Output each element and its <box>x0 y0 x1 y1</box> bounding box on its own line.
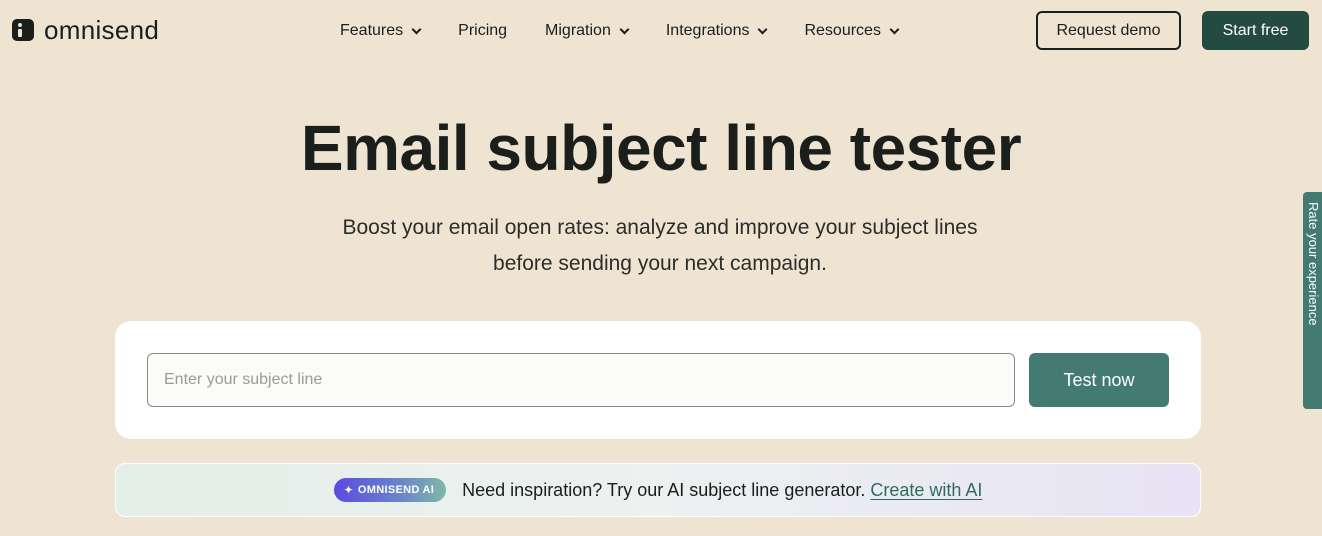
page-title: Email subject line tester <box>300 112 1022 184</box>
page-subtitle: Boost your email open rates: analyze and… <box>342 216 978 275</box>
badge-label: OMNISEND AI <box>357 484 435 496</box>
sparkle-icon: ✦ <box>343 483 354 497</box>
logo-text: omnisend <box>44 15 160 45</box>
chevron-down-icon <box>889 24 900 34</box>
omnisend-logo-icon <box>12 19 34 41</box>
nav-item-label: Integrations <box>665 22 750 39</box>
nav-item-label: Pricing <box>458 22 508 39</box>
site-header: omnisend Features Pricing Migration Inte… <box>0 0 1322 62</box>
ai-banner-message: Need inspiration? Try our AI subject lin… <box>462 479 866 500</box>
nav-item-migration[interactable]: Migration <box>545 20 630 42</box>
ai-generator-banner: ✦ OMNISEND AI Need inspiration? Try our … <box>115 463 1201 517</box>
nav-item-pricing[interactable]: Pricing <box>458 20 507 42</box>
ai-banner-text: Need inspiration? Try our AI subject lin… <box>462 480 982 501</box>
nav-item-features[interactable]: Features <box>340 20 422 42</box>
subject-line-input[interactable] <box>147 353 1015 407</box>
feedback-tab[interactable]: Rate your experience <box>1303 192 1322 409</box>
nav-item-label: Features <box>340 22 404 39</box>
test-now-button[interactable]: Test now <box>1029 353 1169 407</box>
start-free-button[interactable]: Start free <box>1202 11 1309 50</box>
nav-item-resources[interactable]: Resources <box>804 20 900 42</box>
subject-tester-card: Test now <box>115 321 1201 439</box>
create-with-ai-link[interactable]: Create with AI <box>870 480 982 500</box>
feedback-tab-label: Rate your experience <box>1306 202 1321 326</box>
nav-item-integrations[interactable]: Integrations <box>665 20 768 42</box>
request-demo-button[interactable]: Request demo <box>1036 11 1181 50</box>
omnisend-ai-badge: ✦ OMNISEND AI <box>333 478 447 502</box>
chevron-down-icon <box>619 24 630 34</box>
chevron-down-icon <box>411 24 422 34</box>
main-nav: Features Pricing Migration Integrations … <box>340 20 936 42</box>
nav-item-label: Resources <box>804 22 881 39</box>
logo[interactable]: omnisend <box>12 16 159 44</box>
nav-item-label: Migration <box>545 22 611 39</box>
chevron-down-icon <box>758 24 768 34</box>
